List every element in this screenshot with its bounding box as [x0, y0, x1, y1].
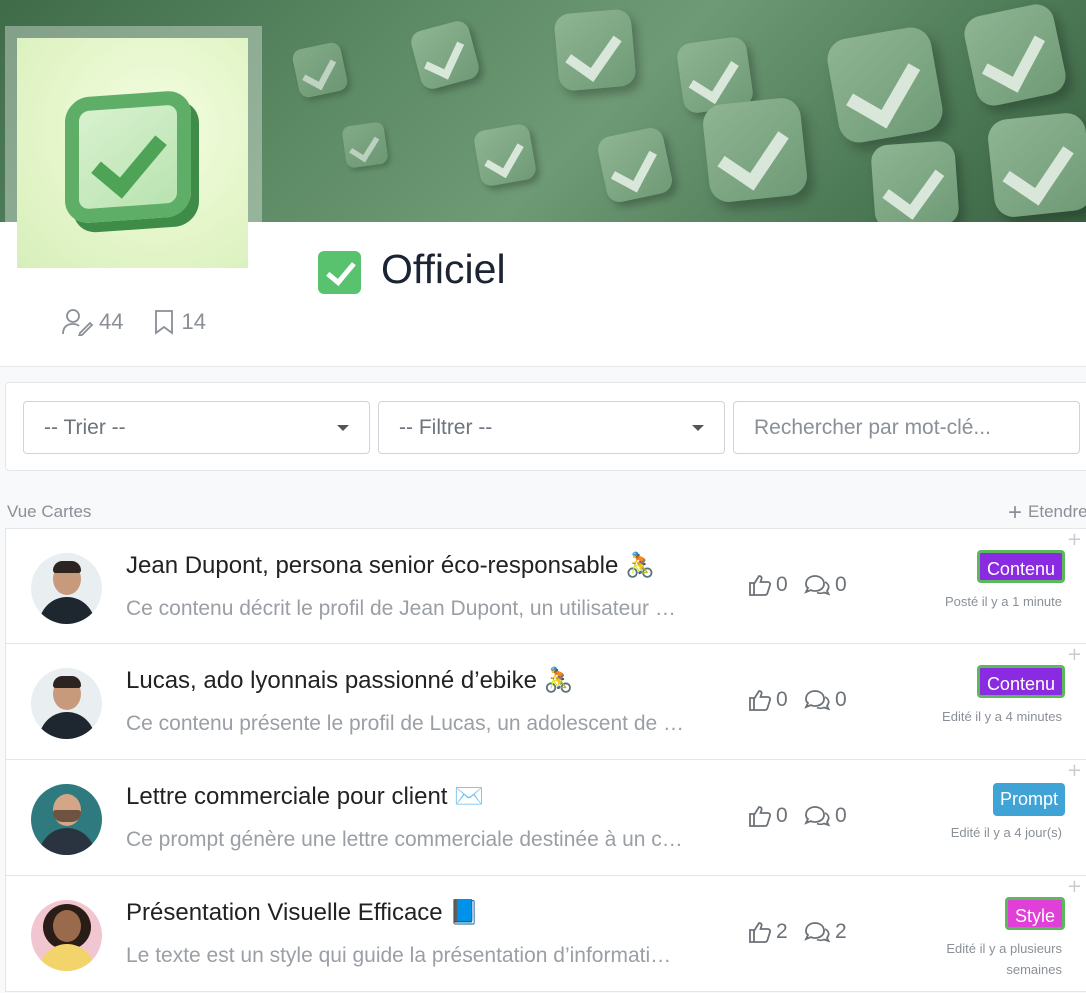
sort-select-value: -- Trier --: [44, 416, 126, 439]
card-description: Ce contenu décrit le profil de Jean Dupo…: [126, 597, 676, 620]
caret-down-icon: [692, 425, 704, 431]
comments-count: 0: [835, 804, 847, 827]
like-button[interactable]: 0: [748, 573, 788, 597]
likes-count: 2: [776, 920, 788, 943]
thumbs-up-icon: [749, 806, 772, 827]
comments-count: 0: [835, 573, 847, 596]
likes-count: 0: [776, 573, 788, 596]
expand-button[interactable]: + Etendre: [1008, 498, 1086, 526]
authors-stat[interactable]: 44: [61, 308, 123, 336]
likes-count: 0: [776, 688, 788, 711]
comments-count: 0: [835, 688, 847, 711]
caret-down-icon: [337, 425, 349, 431]
card-timestamp: Edité il y a plusieurs semaines: [946, 941, 1062, 977]
category-badge[interactable]: Contenu: [976, 550, 1065, 583]
card-description: Ce prompt génère une lettre commerciale …: [126, 828, 683, 851]
like-button[interactable]: 2: [748, 920, 788, 944]
card-description: Ce contenu présente le profil de Lucas, …: [126, 712, 685, 735]
plus-icon: +: [1066, 760, 1082, 781]
comments-icon: [804, 690, 831, 711]
plus-icon: +: [1008, 498, 1023, 526]
filter-select-value: -- Filtrer --: [399, 416, 493, 439]
page-title: Officiel: [381, 246, 506, 292]
card-title[interactable]: Jean Dupont, persona senior éco-responsa…: [126, 551, 655, 580]
plus-icon: +: [1066, 644, 1082, 665]
thumbs-up-icon: [749, 575, 772, 596]
comments-button[interactable]: 0: [803, 573, 847, 597]
filter-select[interactable]: -- Filtrer --: [378, 401, 725, 454]
bookmarks-count: 14: [181, 309, 206, 334]
comments-button[interactable]: 2: [803, 920, 847, 944]
search-input[interactable]: [733, 401, 1080, 454]
comments-icon: [804, 806, 831, 827]
card-timestamp: Edité il y a 4 jour(s): [950, 825, 1062, 840]
card-title[interactable]: Présentation Visuelle Efficace 📘: [126, 898, 479, 927]
authors-count: 44: [99, 309, 124, 334]
profile-avatar: [17, 38, 248, 268]
list-item[interactable]: Présentation Visuelle Efficace 📘 Le text…: [5, 876, 1086, 992]
plus-icon: +: [1066, 529, 1082, 550]
category-badge[interactable]: Contenu: [976, 665, 1065, 698]
expand-label: Etendre: [1028, 502, 1086, 521]
card-list: Jean Dupont, persona senior éco-responsa…: [5, 528, 1086, 992]
author-avatar[interactable]: [31, 553, 102, 624]
list-item[interactable]: Lucas, ado lyonnais passionné d’ebike 🚴 …: [5, 644, 1086, 760]
check-mark-button-icon: [318, 251, 361, 294]
card-title[interactable]: Lettre commerciale pour client ✉️: [126, 782, 484, 811]
profile-stats: 44 14: [61, 308, 206, 336]
plus-icon: +: [1066, 876, 1082, 897]
comments-button[interactable]: 0: [803, 688, 847, 712]
like-button[interactable]: 0: [748, 688, 788, 712]
card-timestamp: Posté il y a 1 minute: [944, 594, 1062, 609]
card-timestamp: Edité il y a 4 minutes: [942, 709, 1062, 724]
card-description: Le texte est un style qui guide la prése…: [126, 944, 672, 967]
author-avatar[interactable]: [31, 668, 102, 739]
list-item[interactable]: Jean Dupont, persona senior éco-responsa…: [5, 528, 1086, 644]
list-item[interactable]: Lettre commerciale pour client ✉️ Ce pro…: [5, 760, 1086, 876]
category-badge[interactable]: Prompt: [992, 783, 1065, 816]
user-edit-icon: [61, 308, 93, 336]
comments-icon: [804, 575, 831, 596]
comments-button[interactable]: 0: [803, 804, 847, 828]
view-mode-label: Vue Cartes: [7, 502, 92, 521]
author-avatar[interactable]: [31, 784, 102, 855]
like-button[interactable]: 0: [748, 804, 788, 828]
card-title[interactable]: Lucas, ado lyonnais passionné d’ebike 🚴: [126, 666, 574, 695]
thumbs-up-icon: [749, 690, 772, 711]
likes-count: 0: [776, 804, 788, 827]
category-badge[interactable]: Style: [1004, 897, 1065, 930]
thumbs-up-icon: [749, 922, 772, 943]
author-avatar[interactable]: [31, 900, 102, 971]
bookmark-icon: [153, 309, 175, 335]
bookmarks-stat[interactable]: 14: [153, 309, 206, 335]
comments-count: 2: [835, 920, 847, 943]
comments-icon: [804, 922, 831, 943]
sort-select[interactable]: -- Trier --: [23, 401, 370, 454]
